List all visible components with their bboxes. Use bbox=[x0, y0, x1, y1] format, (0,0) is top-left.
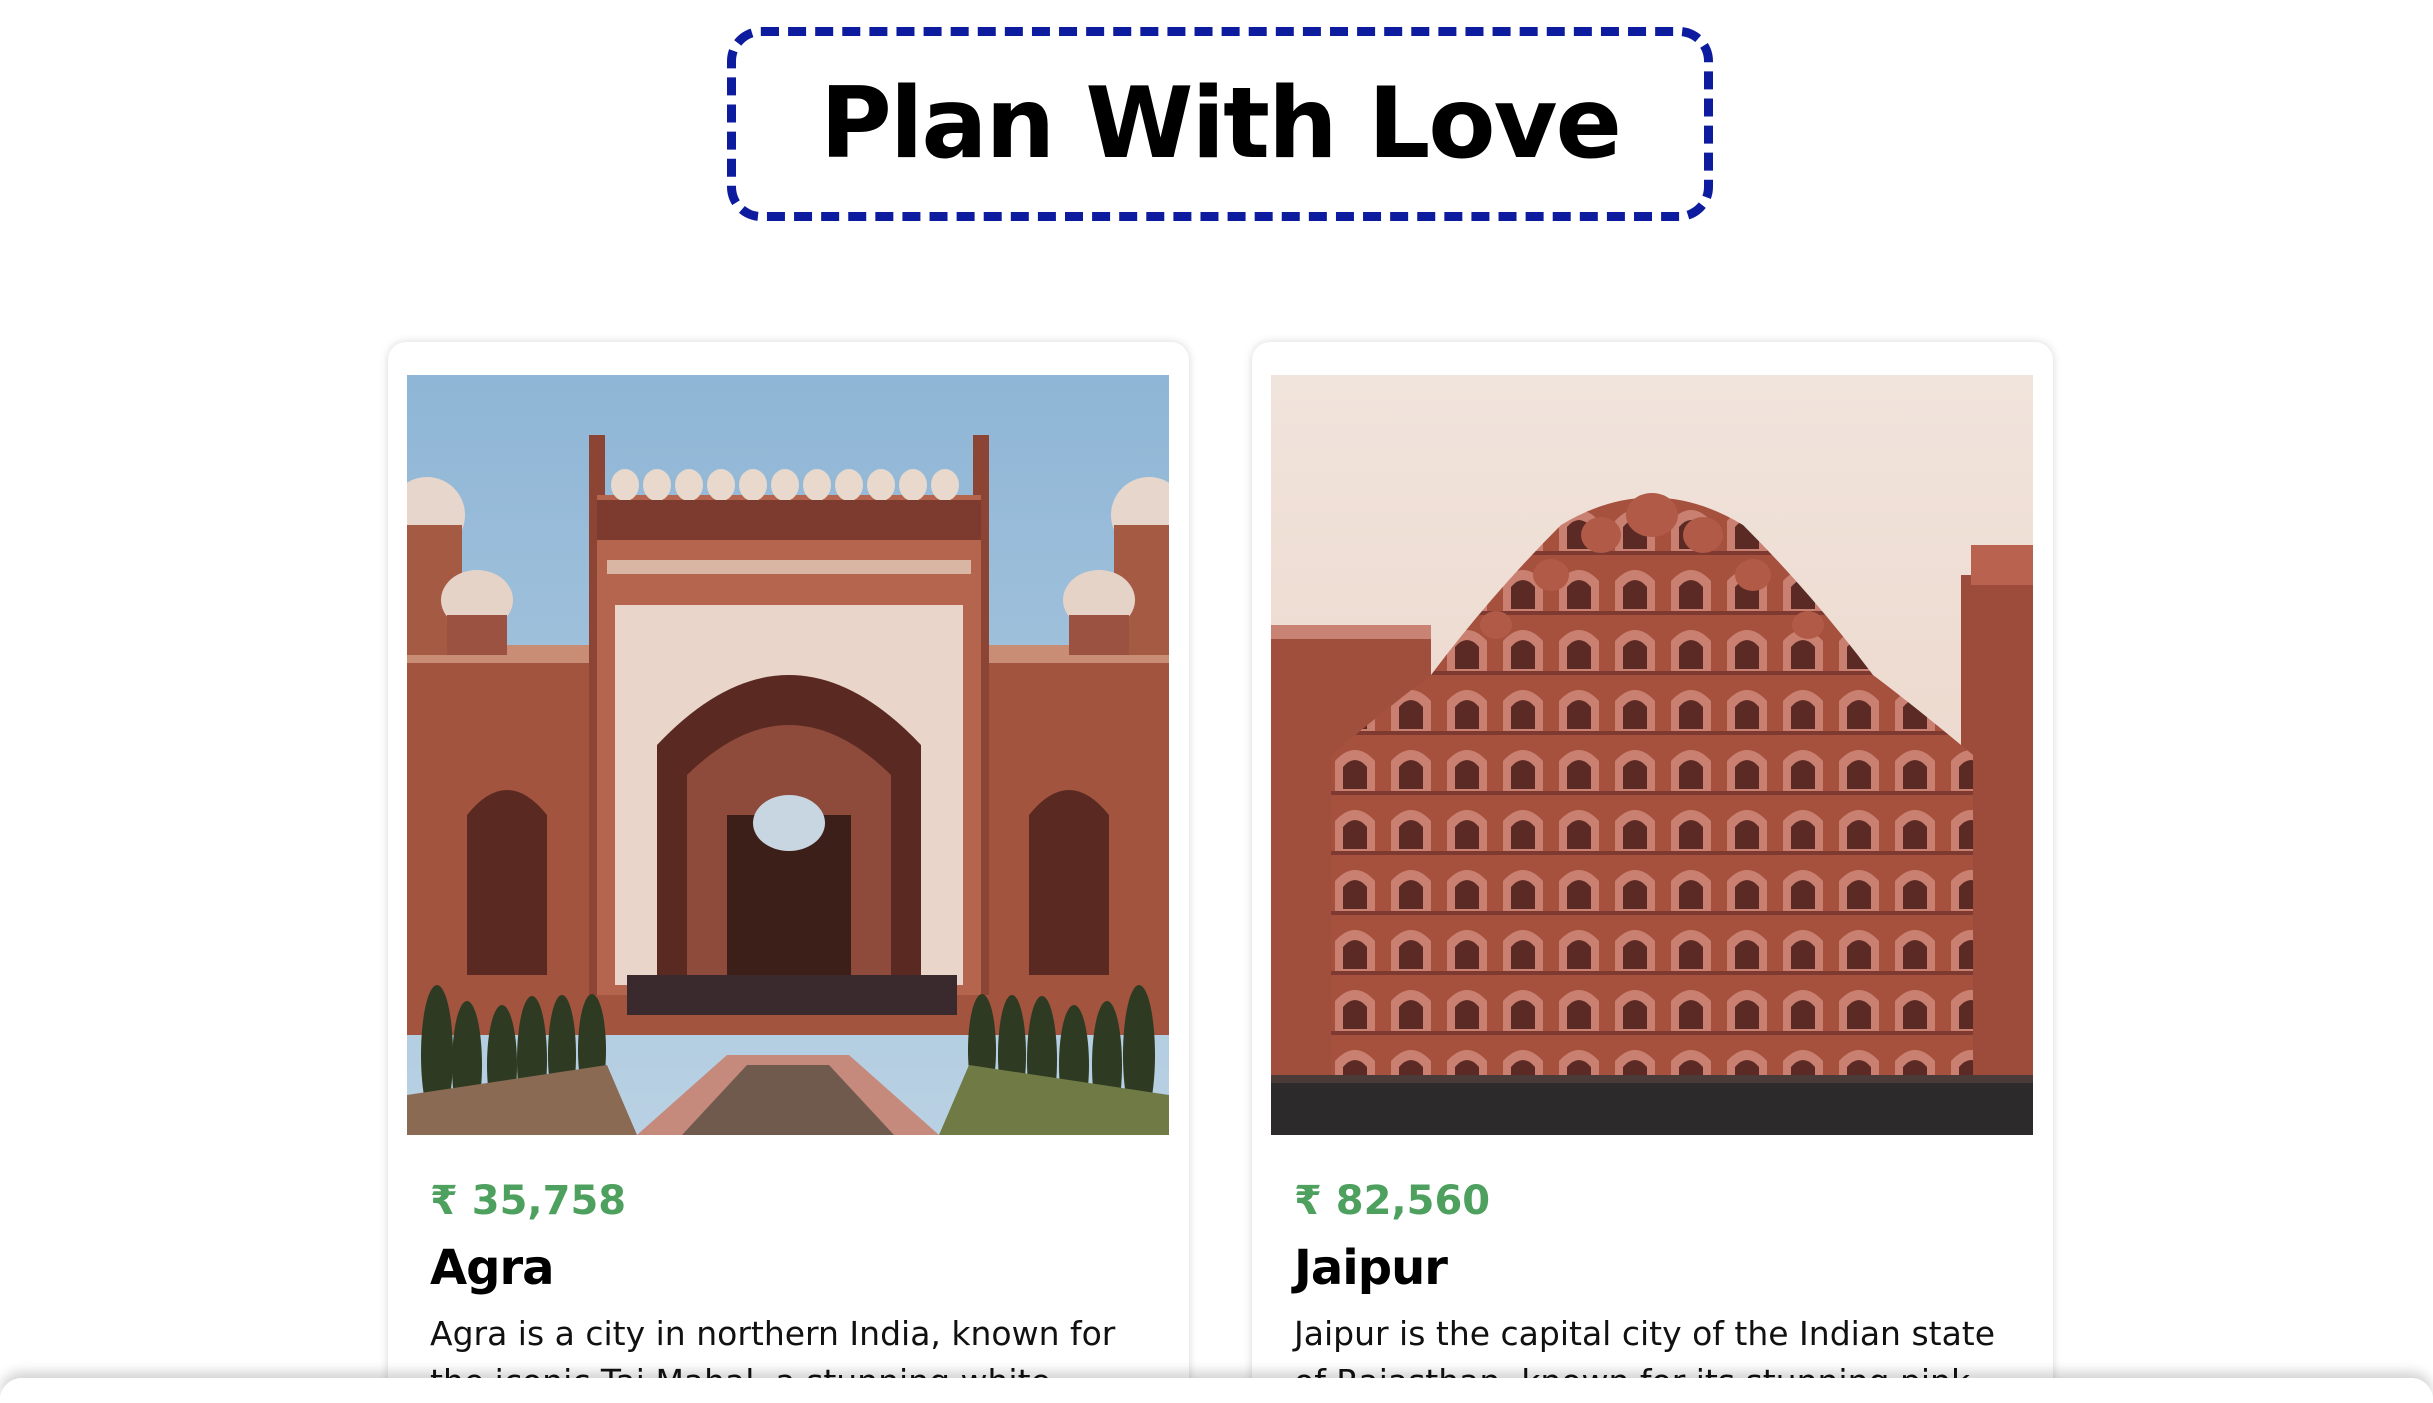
tour-price: ₹ 82,560 bbox=[1294, 1178, 1491, 1224]
window-bottom-edge bbox=[0, 1378, 2433, 1403]
page: Plan With Love ₹ 35,758 Agra Agra is a c… bbox=[0, 0, 2433, 1403]
tour-name: Agra bbox=[430, 1240, 555, 1296]
hawa-mahal-illustration bbox=[1271, 375, 2033, 1135]
tour-price: ₹ 35,758 bbox=[430, 1178, 627, 1224]
page-title-box: Plan With Love bbox=[727, 27, 1713, 221]
tour-card[interactable]: ₹ 35,758 Agra Agra is a city in northern… bbox=[388, 342, 1189, 1403]
tour-name: Jaipur bbox=[1294, 1240, 1448, 1296]
agra-gate-illustration bbox=[407, 375, 1169, 1135]
tour-card[interactable]: ₹ 82,560 Jaipur Jaipur is the capital ci… bbox=[1252, 342, 2053, 1403]
page-title: Plan With Love bbox=[820, 67, 1622, 181]
tour-image-jaipur[interactable] bbox=[1271, 375, 2033, 1135]
tour-image-agra[interactable] bbox=[407, 375, 1169, 1135]
